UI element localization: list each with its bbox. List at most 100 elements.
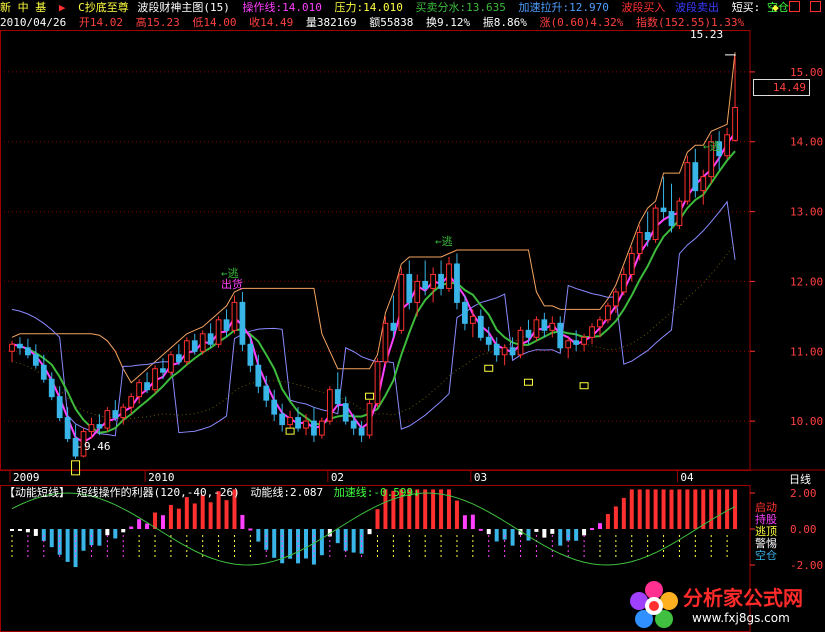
candle-body xyxy=(732,107,738,141)
momentum-bar xyxy=(137,519,142,529)
momentum-bar xyxy=(319,529,324,556)
candle-body xyxy=(589,326,595,338)
candle-body xyxy=(32,354,39,366)
candle-body xyxy=(501,347,508,356)
candle-body xyxy=(215,319,222,345)
site-logo: 分析家公式网 www.fxj8gs.com xyxy=(628,580,825,632)
main-price-chart[interactable]: 15.00 14.00 13.00 12.00 11.00 10.00 2009 2010 0… xyxy=(0,0,825,485)
candle-body xyxy=(136,382,143,398)
momentum-bar xyxy=(335,529,340,544)
signal-box-mark xyxy=(484,364,494,372)
candle-body xyxy=(374,361,381,405)
candle-body xyxy=(509,347,516,356)
candle-body xyxy=(517,329,524,356)
time-tick-label: 02 xyxy=(331,471,344,484)
candle-body xyxy=(152,368,158,391)
candle-body xyxy=(191,340,198,352)
momentum-bar xyxy=(160,515,165,529)
osc-momentum: 动能线:2.087 xyxy=(250,486,324,499)
candle-body xyxy=(573,340,580,345)
momentum-bar xyxy=(192,503,197,529)
momentum-bar xyxy=(41,529,46,541)
momentum-bar xyxy=(81,529,86,551)
momentum-bar xyxy=(224,500,229,529)
momentum-bar xyxy=(709,489,714,529)
momentum-bar xyxy=(534,529,539,532)
momentum-bar xyxy=(113,529,118,539)
candle-body xyxy=(175,354,182,363)
momentum-bar xyxy=(661,489,666,529)
price-grid xyxy=(0,30,825,471)
candle-body xyxy=(636,232,643,254)
momentum-bar xyxy=(478,528,483,531)
osc-legend: 启动 持股 逃顶 警惕 空仓 xyxy=(755,502,777,562)
candle-body xyxy=(462,301,468,324)
candle-body xyxy=(40,364,47,380)
candle-body xyxy=(541,319,548,331)
signal-box-mark xyxy=(365,392,375,400)
candle-body xyxy=(469,315,476,324)
candle-body xyxy=(48,378,55,398)
momentum-bar xyxy=(597,523,602,529)
momentum-bar xyxy=(65,529,70,562)
logo-url: www.fxj8gs.com xyxy=(692,611,790,625)
osc-accel: 加速线:-0.599 xyxy=(333,486,414,499)
momentum-bar xyxy=(566,529,571,541)
price-tick-label: 13.00 xyxy=(790,206,823,219)
momentum-bar xyxy=(431,489,436,529)
momentum-bar xyxy=(645,489,650,529)
osc-desc: 短线操作的利器(120,-40,-26) xyxy=(76,486,240,499)
candle-body xyxy=(247,343,254,366)
candle-body xyxy=(644,232,651,241)
candle-body xyxy=(684,162,691,202)
time-tick-label: 03 xyxy=(474,471,487,484)
momentum-bar xyxy=(423,489,428,529)
momentum-bar xyxy=(145,523,150,529)
momentum-bar xyxy=(462,515,467,529)
candle-body xyxy=(183,340,190,363)
momentum-bar xyxy=(701,489,706,529)
momentum-bar xyxy=(613,506,618,529)
low-box-mark xyxy=(71,460,81,476)
momentum-bar xyxy=(17,529,22,531)
candle-body xyxy=(692,162,699,192)
candle-body xyxy=(382,322,389,363)
down-arrow-icon: ↓ xyxy=(413,486,420,499)
momentum-bar xyxy=(685,489,690,529)
candle-body xyxy=(652,207,659,241)
time-tick-label: 04 xyxy=(680,471,694,484)
osc-tick-label: -2.00 xyxy=(790,559,823,572)
current-price: 14.49 xyxy=(772,81,806,94)
escape-mark-3: ←逃 xyxy=(703,140,721,153)
momentum-bar xyxy=(725,489,730,529)
momentum-bar xyxy=(574,529,579,541)
candle-body xyxy=(279,413,286,426)
candle-body xyxy=(406,273,413,303)
price-tick-label: 14.00 xyxy=(790,136,823,149)
candle-body xyxy=(438,273,444,289)
candle-body xyxy=(350,420,357,429)
candle-body xyxy=(168,354,174,373)
candle-body xyxy=(255,364,262,387)
candle-body xyxy=(231,301,238,331)
momentum-bar xyxy=(582,529,587,536)
candle-body xyxy=(9,343,15,352)
low-price-label: 9.46 xyxy=(84,440,111,453)
candle-body xyxy=(334,389,341,405)
candle-body xyxy=(414,280,421,303)
momentum-bar xyxy=(653,489,658,529)
momentum-bar xyxy=(200,494,205,529)
time-tick-label: 2009 xyxy=(13,471,40,484)
momentum-bar xyxy=(558,529,563,546)
momentum-bar xyxy=(303,529,308,559)
momentum-bar xyxy=(129,526,134,529)
momentum-bar xyxy=(25,529,30,533)
candle-body xyxy=(557,322,564,349)
candle-body xyxy=(96,424,103,429)
signal-box-mark xyxy=(579,382,589,390)
momentum-bar xyxy=(33,529,38,536)
candle-body xyxy=(295,417,301,429)
candle-body xyxy=(239,301,246,345)
momentum-bar xyxy=(629,489,634,529)
momentum-bar xyxy=(470,514,475,529)
